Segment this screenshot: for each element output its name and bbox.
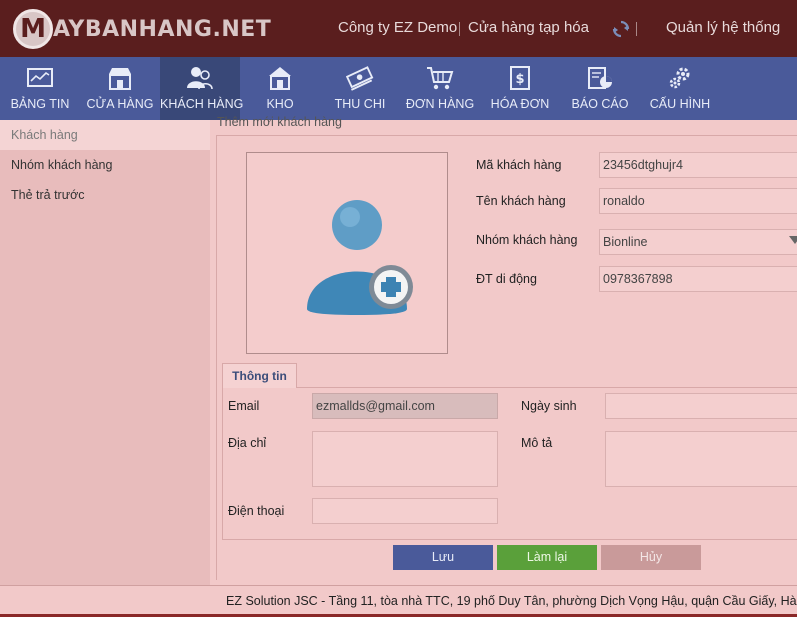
customer-code-label: Mã khách hàng <box>476 158 562 172</box>
birthday-label: Ngày sinh <box>521 399 577 413</box>
cart-icon <box>426 64 454 92</box>
nav-reports[interactable]: BÁO CÁO <box>560 57 640 120</box>
nav-label: KHO <box>266 97 294 111</box>
nav-label: CỬA HÀNG <box>86 97 154 111</box>
nav-label: BẢNG TIN <box>10 97 70 111</box>
customer-name-field[interactable] <box>599 188 797 214</box>
nav-warehouse[interactable]: KHO <box>240 57 320 120</box>
sidebar: Khách hàng Nhóm khách hàng Thẻ trả trước <box>0 120 210 585</box>
money-icon <box>346 64 374 92</box>
description-label: Mô tả <box>521 436 553 450</box>
system-admin-link[interactable]: Quản lý hệ thống <box>666 19 780 36</box>
nav-label: ĐƠN HÀNG <box>405 97 475 111</box>
nav-settings[interactable]: CẤU HÌNH <box>640 57 720 120</box>
save-button[interactable]: Lưu <box>393 545 493 570</box>
customer-group-label: Nhóm khách hàng <box>476 233 578 247</box>
sidebar-item-customer-groups[interactable]: Nhóm khách hàng <box>11 158 112 172</box>
logo[interactable]: M AYBANHANG.NET <box>13 9 271 49</box>
nav-label: CẤU HÌNH <box>649 97 711 111</box>
phone-field[interactable] <box>312 498 498 524</box>
add-user-icon <box>305 199 415 319</box>
nav-income-expense[interactable]: THU CHI <box>320 57 400 120</box>
customer-group-value: Bionline <box>603 235 648 249</box>
company-link[interactable]: Công ty EZ Demo <box>338 19 457 36</box>
email-label: Email <box>228 399 260 413</box>
page-title: Thêm mới khách hàng <box>217 115 342 129</box>
sidebar-item-customers[interactable]: Khách hàng <box>11 128 78 142</box>
customer-group-select[interactable]: Bionline <box>599 229 797 255</box>
footer-address: EZ Solution JSC - Tầng 11, tòa nhà TTC, … <box>226 594 797 608</box>
customers-icon <box>186 64 214 92</box>
reset-button[interactable]: Làm lại <box>497 545 597 570</box>
nav-orders[interactable]: ĐƠN HÀNG <box>400 57 480 120</box>
chevron-down-icon[interactable] <box>789 236 797 244</box>
header-divider <box>459 22 460 36</box>
nav-store[interactable]: CỬA HÀNG <box>80 57 160 120</box>
address-field[interactable] <box>312 431 498 487</box>
description-field[interactable] <box>605 431 797 487</box>
customer-code-field[interactable] <box>599 152 797 178</box>
settings-icon <box>666 64 694 92</box>
top-header: M AYBANHANG.NET Công ty EZ Demo Cửa hàng… <box>0 0 797 57</box>
warehouse-icon <box>266 64 294 92</box>
mobile-phone-field[interactable] <box>599 266 797 292</box>
nav-dashboard[interactable]: BẢNG TIN <box>0 57 80 120</box>
nav-invoices[interactable]: $ HÓA ĐƠN <box>480 57 560 120</box>
report-icon <box>586 64 614 92</box>
cancel-button[interactable]: Hủy <box>601 545 701 570</box>
nav-label: HÓA ĐƠN <box>490 97 550 111</box>
customer-photo-upload[interactable] <box>246 152 448 354</box>
header-divider <box>636 22 637 36</box>
sync-icon[interactable] <box>612 20 630 38</box>
dashboard-icon <box>26 64 54 92</box>
sidebar-item-prepaid-cards[interactable]: Thẻ trả trước <box>11 188 85 202</box>
nav-label: THU CHI <box>334 97 386 111</box>
phone-label: Điện thoại <box>228 504 285 518</box>
footer: EZ Solution JSC - Tầng 11, tòa nhà TTC, … <box>0 585 797 617</box>
tab-info[interactable]: Thông tin <box>222 363 297 388</box>
address-label: Địa chỉ <box>228 436 267 450</box>
logo-mark: M <box>13 9 53 49</box>
customer-name-label: Tên khách hàng <box>476 194 566 208</box>
email-field[interactable] <box>312 393 498 419</box>
logo-text: AYBANHANG.NET <box>53 16 272 42</box>
nav-label: BÁO CÁO <box>571 97 629 111</box>
nav-label: KHÁCH HÀNG <box>160 97 244 111</box>
store-link[interactable]: Cửa hàng tạp hóa <box>468 19 589 36</box>
birthday-field[interactable] <box>605 393 797 419</box>
store-icon <box>106 64 134 92</box>
main-nav: BẢNG TIN CỬA HÀNG KHÁCH HÀNG KHO THU CHI… <box>0 57 797 120</box>
invoice-icon: $ <box>506 64 534 92</box>
nav-customers[interactable]: KHÁCH HÀNG <box>160 57 244 120</box>
svg-text:$: $ <box>515 72 524 87</box>
mobile-phone-label: ĐT di động <box>476 272 537 286</box>
